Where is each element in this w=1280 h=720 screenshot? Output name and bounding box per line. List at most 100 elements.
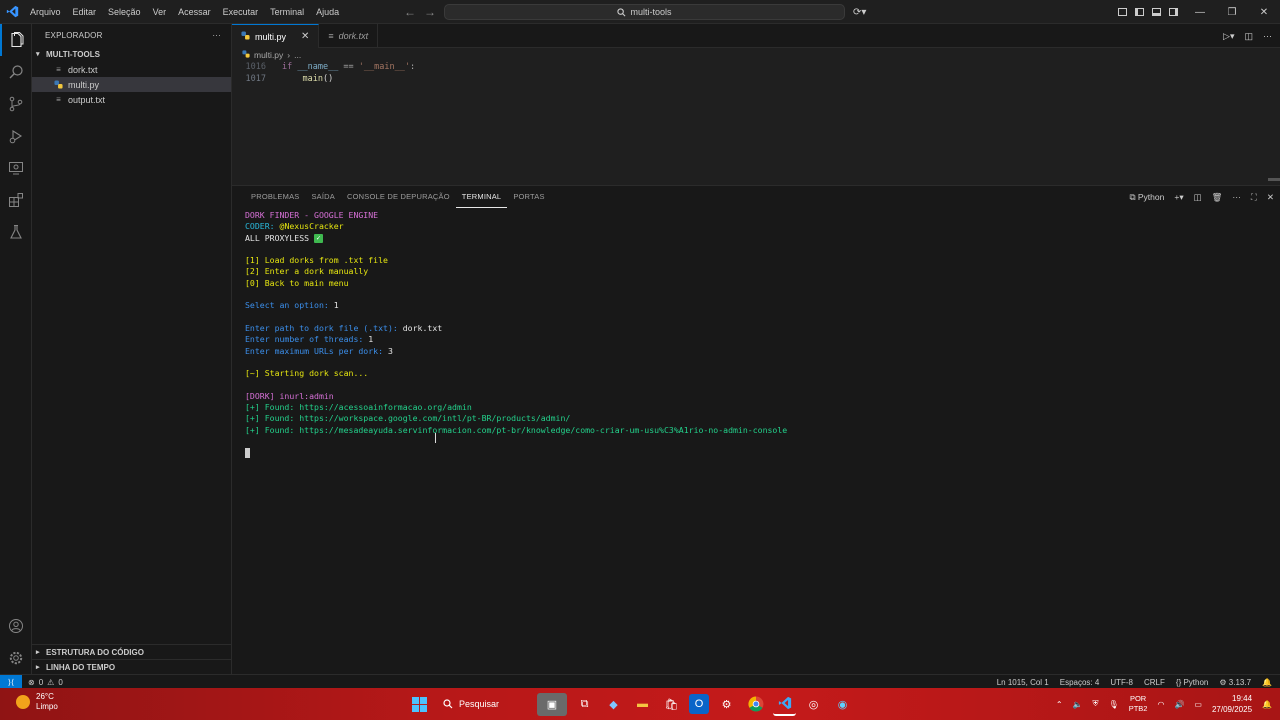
copilot-app-icon[interactable]: ◆ [602,693,625,716]
editor-scrollbar[interactable] [1268,178,1280,181]
volume-icon[interactable]: 🔊 [1174,700,1184,709]
indentation[interactable]: Espaços: 4 [1060,678,1100,687]
minimize-icon[interactable]: — [1184,0,1216,24]
restore-icon[interactable]: ❐ [1216,0,1248,24]
account-icon[interactable] [0,610,32,642]
settings-gear-icon[interactable] [0,642,32,674]
menu-ajuda[interactable]: Ajuda [310,0,345,24]
microphone-icon[interactable]: 🎙 [1109,700,1119,709]
edge-icon[interactable]: ◉ [831,693,854,716]
show-hidden-icons-icon[interactable]: ⌃ [1056,700,1063,709]
outlook-icon[interactable]: O [689,694,709,714]
search-view-icon[interactable] [0,56,32,88]
timeline-section[interactable]: ▸ LINHA DO TEMPO [32,659,232,674]
clock[interactable]: 19:44 27/09/2025 [1212,693,1252,715]
file-item-dork-txt[interactable]: ≡ dork.txt [32,62,231,77]
file-explorer-icon[interactable]: ▬ [631,693,654,716]
more-actions-icon[interactable]: ··· [212,31,221,40]
tab-problems[interactable]: PROBLEMAS [245,186,305,208]
taskbar-search[interactable]: Pesquisar [437,693,531,716]
split-terminal-icon[interactable]: ◫ [1194,192,1202,203]
split-editor-icon[interactable]: ◫ [1244,31,1253,42]
weather-widget[interactable]: 26°C Limpo [16,692,58,712]
forward-arrow-icon[interactable]: → [424,5,436,19]
encoding[interactable]: UTF-8 [1110,678,1133,687]
task-view-icon[interactable]: ⧉ [573,693,596,716]
language-indicator[interactable]: POR PTB2 [1129,694,1148,714]
text-file-icon: ≡ [56,64,61,74]
file-item-multi-py[interactable]: multi.py [32,77,231,92]
menu-terminal[interactable]: Terminal [264,0,310,24]
run-debug-icon[interactable] [0,120,32,152]
notifications-bell-icon[interactable]: 🔔 [1262,678,1272,687]
remote-explorer-icon[interactable] [0,152,32,184]
breadcrumb-file[interactable]: multi.py [254,50,283,60]
taskbar-search-label: Pesquisar [459,699,500,709]
file-item-output-txt[interactable]: ≡ output.txt [32,92,231,107]
line-ending[interactable]: CRLF [1144,678,1165,687]
source-control-icon[interactable] [0,88,32,120]
more-actions-icon[interactable]: ··· [1232,192,1241,202]
vscode-app-icon[interactable] [773,693,796,716]
language-mode[interactable]: {} Python [1176,678,1208,687]
terminal-line: [+] Found: https://acessoainformacao.org… [245,402,472,413]
toggle-panel-icon[interactable] [1152,8,1161,16]
wifi-icon[interactable]: ◠ [1157,700,1164,709]
terminal-shell-selector[interactable]: ⧉ Python [1129,192,1164,203]
customize-layout-icon[interactable] [1118,8,1127,16]
tab-multi-py[interactable]: multi.py ✕ [232,24,320,48]
notifications-icon[interactable]: 🔔 [1262,700,1272,709]
terminal-output[interactable]: DORK FINDER - GOOGLE ENGINE CODER: @Nexu… [245,210,1270,674]
extensions-icon[interactable] [0,184,32,216]
back-arrow-icon[interactable]: ← [404,5,416,19]
system-tray: ⌃ 🔈 ⛨ 🎙 POR PTB2 ◠ 🔊 ▭ 19:44 27/09/2025 … [1056,688,1272,720]
outline-section[interactable]: ▸ ESTRUTURA DO CÓDIGO [32,644,232,659]
chrome-icon[interactable] [744,693,767,716]
error-icon: ⊗ [28,677,35,687]
menu-selecao[interactable]: Seleção [102,0,147,24]
explorer-sidebar: EXPLORADOR ··· ▾ MULTI-TOOLS ≡ dork.txt … [32,24,232,674]
speaker-icon[interactable]: 🔈 [1073,700,1083,709]
toggle-sidebar-icon[interactable] [1135,8,1144,16]
widgets-icon[interactable]: ▣ [537,692,567,716]
run-python-icon[interactable]: ▷▾ [1223,31,1234,42]
tab-dork-txt[interactable]: ≡ dork.txt [319,24,379,48]
cursor-position[interactable]: Ln 1015, Col 1 [997,678,1049,687]
terminal-blank [245,244,1270,255]
new-terminal-icon[interactable]: +▾ [1174,192,1183,203]
github-app-icon[interactable]: ◎ [802,693,825,716]
menu-executar[interactable]: Executar [217,0,265,24]
tab-output[interactable]: SAÍDA [305,186,341,208]
windows-start-icon[interactable] [408,693,431,716]
menu-acessar[interactable]: Acessar [172,0,217,24]
security-icon[interactable]: ⛨ [1093,699,1099,709]
tab-debug-console[interactable]: CONSOLE DE DEPURAÇÃO [341,186,456,208]
close-panel-icon[interactable]: ✕ [1267,192,1274,203]
explorer-icon[interactable] [0,24,32,56]
tab-terminal[interactable]: TERMINAL [455,186,508,208]
battery-icon[interactable]: ▭ [1194,700,1202,709]
problems-status[interactable]: ⊗ 0 ⚠ 0 [28,675,63,689]
more-actions-icon[interactable]: ··· [1263,31,1272,41]
python-interpreter[interactable]: ⚙ 3.13.7 [1219,678,1251,687]
command-center-search[interactable]: multi-tools [444,4,845,20]
close-window-icon[interactable]: ✕ [1248,0,1280,24]
terminal-line: Select an option: 1 [245,300,339,311]
store-icon[interactable]: 🛍 [660,693,683,716]
copilot-icon[interactable]: ⟳▾ [853,0,866,24]
menu-ver[interactable]: Ver [147,0,173,24]
toggle-secondary-sidebar-icon[interactable] [1169,8,1178,16]
tab-ports[interactable]: PORTAS [507,186,550,208]
menu-editar[interactable]: Editar [67,0,103,24]
testing-icon[interactable] [0,216,32,248]
remote-indicator-icon[interactable]: ⟩⟨ [0,675,22,689]
menu-arquivo[interactable]: Arquivo [24,0,67,24]
close-tab-icon[interactable]: ✕ [301,31,309,42]
workspace-folder[interactable]: ▾ MULTI-TOOLS [32,46,231,62]
maximize-panel-icon[interactable]: ⛶ [1251,192,1257,203]
code-editor[interactable]: 1016 if __name__ == '__main__': 1017 mai… [232,61,1280,183]
breadcrumb-symbol[interactable]: ... [294,50,301,60]
trash-icon[interactable]: 🗑 [1212,192,1223,203]
steam-icon[interactable]: ⚙ [715,693,738,716]
breadcrumb: multi.py › ... [232,48,1280,61]
